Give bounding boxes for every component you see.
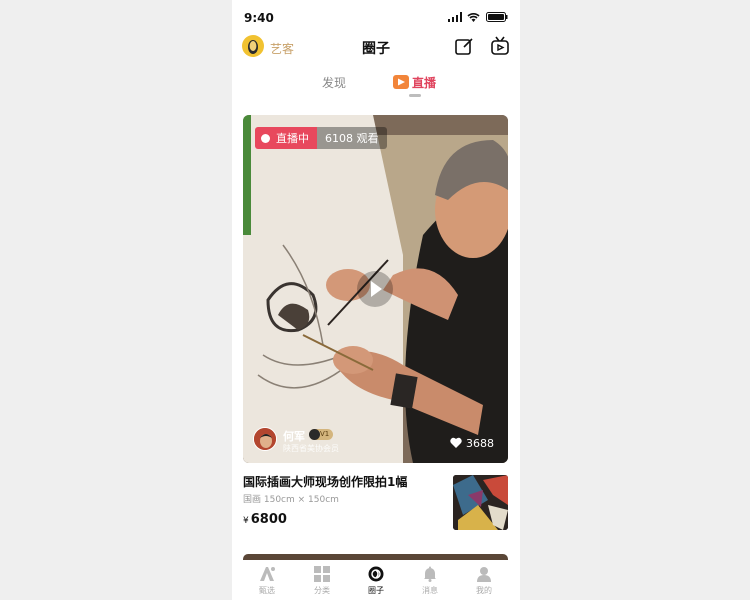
grid-icon [314, 566, 330, 582]
listing-meta: 国画 150cm × 150cm [243, 495, 339, 505]
app-header: 艺客 圈子 [232, 34, 520, 62]
like-count: 3688 [466, 437, 494, 450]
nav-label: 甄选 [259, 586, 275, 595]
a-logo-icon [260, 567, 275, 581]
bottom-nav: 甄选 分类 圈子 消息 我的 [232, 560, 520, 600]
live-badge: 直播中 6108 观看 [255, 127, 387, 149]
feed-tabs: 发现 直播 [232, 70, 520, 100]
status-bar: 9:40 [232, 0, 520, 34]
nav-item-messages[interactable]: 消息 [405, 566, 455, 596]
tv-icon[interactable] [490, 36, 510, 56]
battery-icon [486, 12, 508, 22]
listing-thumbnail[interactable] [453, 475, 508, 530]
nav-item-mine[interactable]: 我的 [459, 566, 509, 596]
page-title: 圈子 [362, 41, 390, 57]
nav-label: 消息 [422, 586, 438, 595]
wifi-icon [467, 13, 480, 22]
viewer-count: 6108 观看 [317, 127, 387, 149]
nav-item-category[interactable]: 分类 [297, 566, 347, 596]
tab-live[interactable]: 直播 [412, 74, 436, 91]
live-dot-icon [261, 133, 270, 143]
listing-title[interactable]: 国际插画大师现场创作限拍1幅 [243, 473, 407, 490]
tab-indicator [409, 94, 421, 97]
phone-screen: 9:40 艺客 圈子 发现 直播 直播中 6108 观看 何军 V1 陕西省美协… [232, 0, 520, 600]
price-currency: ¥ [243, 516, 249, 526]
nav-label: 我的 [476, 586, 492, 595]
circle-icon [368, 566, 384, 582]
bell-icon [424, 566, 436, 582]
author-subtitle: 陕西省美协会员 [283, 444, 339, 453]
live-stream-card[interactable]: 直播中 6108 观看 何军 V1 陕西省美协会员 3688 [243, 115, 508, 463]
nav-item-featured[interactable]: 甄选 [242, 566, 292, 596]
nav-label: 分类 [314, 586, 330, 595]
live-status-label: 直播中 [276, 132, 309, 145]
nav-label: 圈子 [368, 586, 384, 595]
edit-icon[interactable] [454, 36, 474, 56]
play-icon[interactable] [357, 271, 393, 307]
author-avatar[interactable] [253, 427, 277, 451]
listing-price: ¥6800 [243, 508, 287, 527]
heart-icon[interactable] [450, 437, 462, 449]
level-icon [309, 429, 320, 440]
person-icon [477, 567, 491, 582]
live-icon [393, 75, 409, 89]
signal-icon [448, 12, 462, 22]
tab-discover[interactable]: 发现 [322, 74, 346, 91]
price-value: 6800 [250, 512, 287, 527]
author-name[interactable]: 何军 [283, 428, 305, 444]
live-status: 直播中 [255, 127, 317, 149]
nav-item-circle[interactable]: 圈子 [351, 566, 401, 596]
status-time: 9:40 [244, 11, 274, 25]
